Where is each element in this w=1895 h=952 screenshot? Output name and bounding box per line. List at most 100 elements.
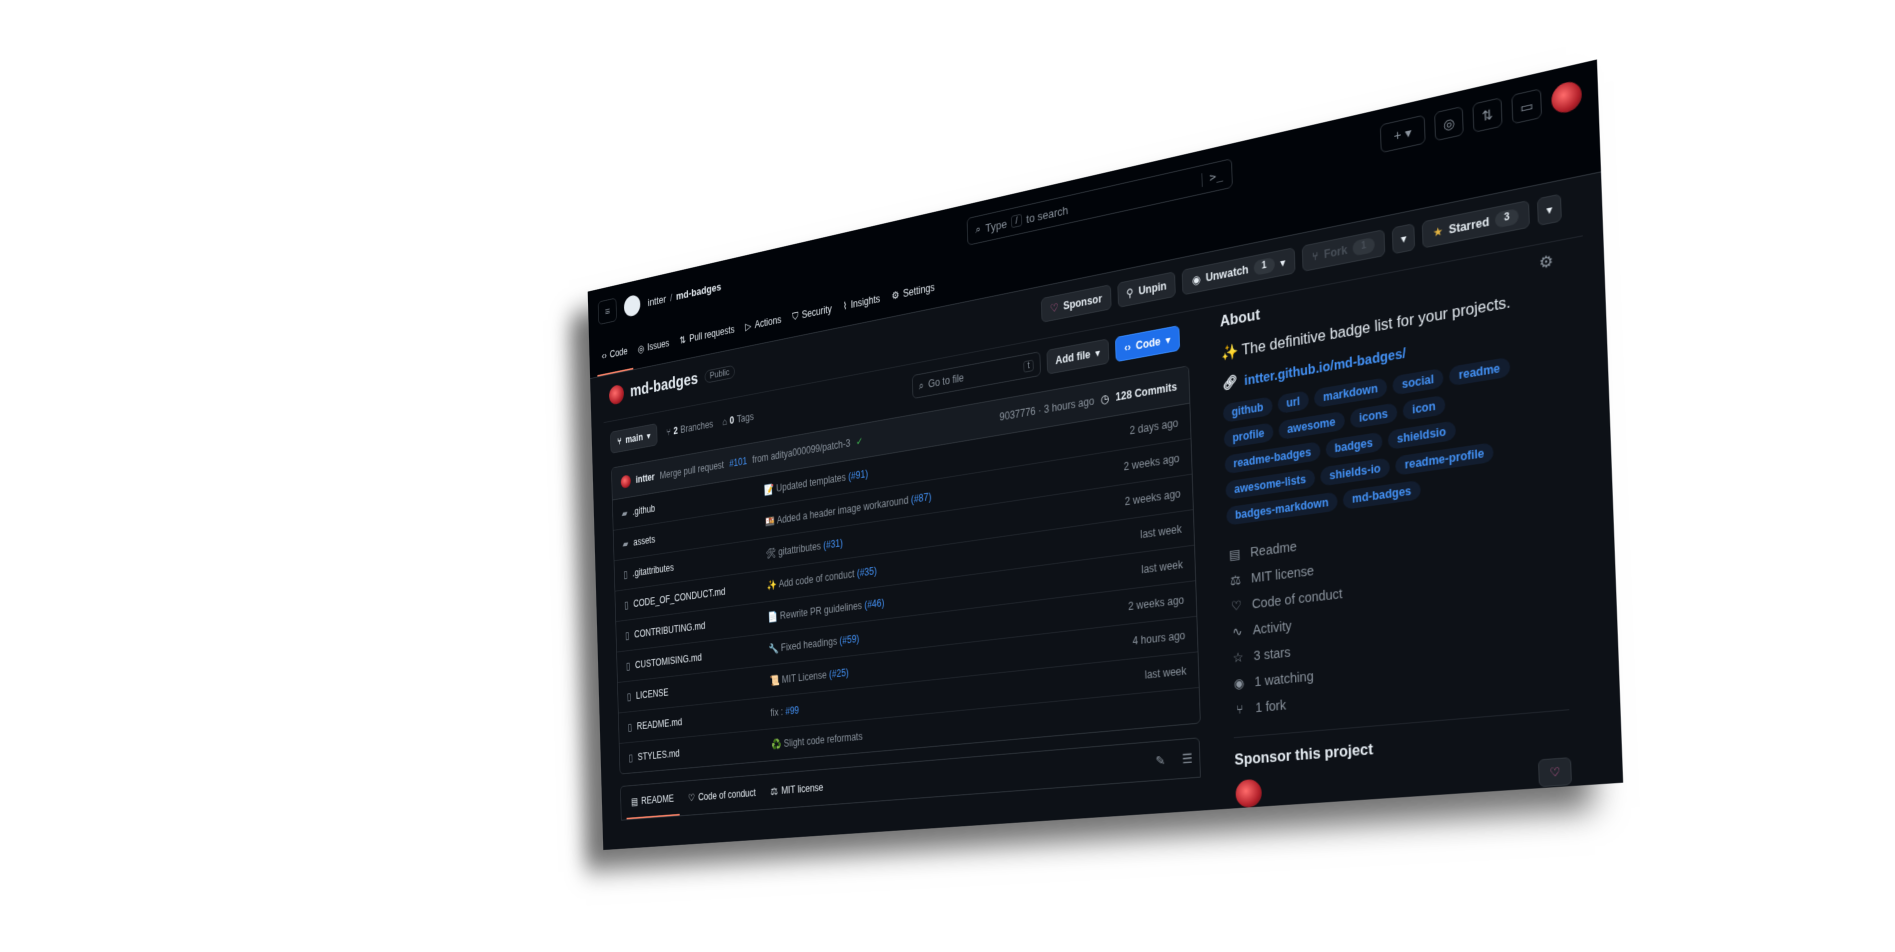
topic-tag[interactable]: readme: [1449, 357, 1510, 386]
branches-link[interactable]: ⑂ 2 Branches: [666, 418, 713, 438]
command-palette-icon[interactable]: >_: [1202, 168, 1223, 186]
tags-link[interactable]: ⌂ 0 Tags: [722, 411, 754, 428]
scale-icon: ⚖: [1228, 572, 1242, 589]
commit-pr-link[interactable]: (#91): [848, 468, 868, 483]
commit-emoji: ✨: [767, 579, 777, 592]
branch-selector[interactable]: ⑂ main ▾: [610, 423, 658, 454]
readme-tab-license[interactable]: ⚖ MIT license: [765, 769, 830, 809]
commit-pr-link[interactable]: (#31): [823, 537, 843, 551]
file-icon: ▯: [623, 569, 627, 581]
unpin-button[interactable]: ⚲ Unpin: [1117, 271, 1176, 308]
starred-label: Starred: [1448, 215, 1489, 237]
topic-tag[interactable]: badges: [1325, 432, 1382, 459]
chevron-down-icon: ▾: [1095, 346, 1100, 359]
topic-tag[interactable]: awesome-lists: [1225, 469, 1315, 500]
fork-count: 1: [1353, 237, 1376, 257]
topic-tag[interactable]: shields-io: [1320, 458, 1390, 487]
commit-emoji: 📄: [767, 610, 777, 623]
fork-dropdown-button[interactable]: ▾: [1392, 223, 1415, 254]
readme-tab-readme[interactable]: ▤ README: [626, 782, 680, 819]
breadcrumb-owner[interactable]: intter: [648, 292, 667, 308]
create-new-icon[interactable]: + ▾: [1380, 115, 1426, 154]
topic-tag[interactable]: icon: [1403, 395, 1446, 421]
file-name: LICENSE: [636, 687, 669, 702]
file-commit-time: 2 days ago: [1088, 416, 1178, 443]
heart-icon: ♡: [1229, 597, 1243, 614]
repo-owner-avatar: [609, 384, 624, 406]
topic-tag[interactable]: awesome: [1278, 411, 1345, 440]
sponsor-button[interactable]: ♡ Sponsor: [1041, 284, 1111, 322]
unpin-label: Unpin: [1138, 279, 1167, 297]
commit-pr-link[interactable]: (#25): [829, 667, 849, 681]
code-icon: ‹›: [1124, 341, 1131, 355]
file-name: CODE_OF_CONDUCT.md: [633, 586, 725, 610]
tab-code[interactable]: ‹› Code: [596, 332, 633, 377]
commit-pr-link[interactable]: (#46): [864, 597, 884, 611]
commit-pr-link[interactable]: (#59): [839, 633, 859, 647]
topic-tag[interactable]: md-badges: [1343, 480, 1421, 510]
commit-hash-time[interactable]: 9037776 · 3 hours ago: [999, 395, 1094, 424]
commit-message: gitattributes: [778, 540, 821, 558]
pull-requests-icon[interactable]: ⇅: [1472, 97, 1502, 133]
code-button[interactable]: ‹› Code ▾: [1115, 325, 1180, 362]
pull-request-icon: ⇅: [679, 334, 686, 346]
go-to-file-input[interactable]: ⌕ Go to file t: [912, 351, 1041, 399]
tab-label: Issues: [647, 337, 669, 353]
user-avatar[interactable]: [1551, 79, 1582, 116]
readme-tab-code-of-conduct[interactable]: ♡ Code of conduct: [682, 775, 761, 815]
hamburger-menu-icon[interactable]: ≡: [598, 298, 617, 325]
add-file-label: Add file: [1055, 348, 1090, 367]
inbox-icon[interactable]: ▭: [1511, 88, 1542, 124]
commits-link[interactable]: 128 Commits: [1115, 380, 1177, 403]
pin-icon: ⚲: [1126, 286, 1134, 300]
file-name: assets: [633, 534, 655, 548]
topic-tag[interactable]: icons: [1350, 403, 1398, 429]
topic-tag[interactable]: social: [1392, 368, 1443, 396]
star-dropdown-button[interactable]: ▾: [1537, 194, 1562, 226]
browser-window: ≡ intter / md-badges ⌕ Type / to search …: [588, 59, 1623, 850]
link-icon: 🔗︎: [1222, 374, 1238, 392]
readme-tab-label: MIT license: [781, 782, 823, 797]
topic-tag[interactable]: shieldsio: [1387, 421, 1456, 450]
about-settings-gear-icon[interactable]: ⚙: [1539, 251, 1554, 273]
github-logo-icon[interactable]: [624, 294, 641, 318]
repo-name[interactable]: md-badges: [630, 369, 698, 401]
fork-button[interactable]: ⑂ Fork 1: [1302, 229, 1386, 272]
commit-message: fix :: [770, 706, 783, 719]
topic-tag[interactable]: url: [1277, 391, 1309, 415]
tab-issues[interactable]: ◎ Issues: [632, 323, 675, 370]
topic-tag[interactable]: readme-profile: [1395, 443, 1494, 477]
edit-pencil-icon[interactable]: ✎: [1155, 753, 1165, 769]
sponsor-avatar[interactable]: [1235, 779, 1262, 809]
fork-icon: ⑂: [1233, 701, 1247, 717]
commit-author[interactable]: intter: [636, 471, 655, 485]
commit-emoji: 🔧: [768, 642, 778, 655]
heart-icon: ♡: [1050, 301, 1059, 315]
file-name-cell[interactable]: ▯ README.md: [628, 707, 771, 733]
check-icon: ✓: [856, 435, 863, 448]
sponsor-heart-button[interactable]: ♡: [1538, 757, 1572, 787]
starred-button[interactable]: ★ Starred 3: [1422, 200, 1530, 248]
gear-icon: ⚙: [891, 289, 899, 302]
topic-tag[interactable]: profile: [1224, 423, 1274, 449]
commit-pr-link[interactable]: (#87): [911, 491, 932, 506]
topic-tag[interactable]: github: [1223, 397, 1273, 423]
breadcrumb-repo[interactable]: md-badges: [676, 280, 721, 302]
file-commit-time: 2 weeks ago: [1090, 487, 1181, 513]
issues-icon[interactable]: ◎: [1434, 106, 1464, 141]
pulse-icon: ∿: [1230, 623, 1244, 640]
outline-list-icon[interactable]: ☰: [1182, 750, 1193, 766]
commit-pr-link[interactable]: #99: [785, 704, 799, 717]
file-name-cell[interactable]: ▯ STYLES.md: [628, 739, 771, 763]
file-commit-time: [1097, 706, 1187, 714]
branch-name: main: [625, 431, 643, 445]
readme-tab-label: Code of conduct: [698, 787, 756, 803]
add-file-button[interactable]: Add file ▾: [1046, 338, 1109, 374]
topic-tag[interactable]: markdown: [1314, 378, 1388, 409]
file-name-cell[interactable]: ▯ LICENSE: [627, 675, 770, 702]
commit-pr-link[interactable]: (#35): [857, 565, 877, 579]
unwatch-label: Unwatch: [1205, 263, 1248, 284]
commit-message: Add code of conduct: [778, 568, 854, 590]
file-commit-time: last week: [1091, 523, 1182, 548]
commit-pr-link[interactable]: #101: [729, 455, 747, 469]
